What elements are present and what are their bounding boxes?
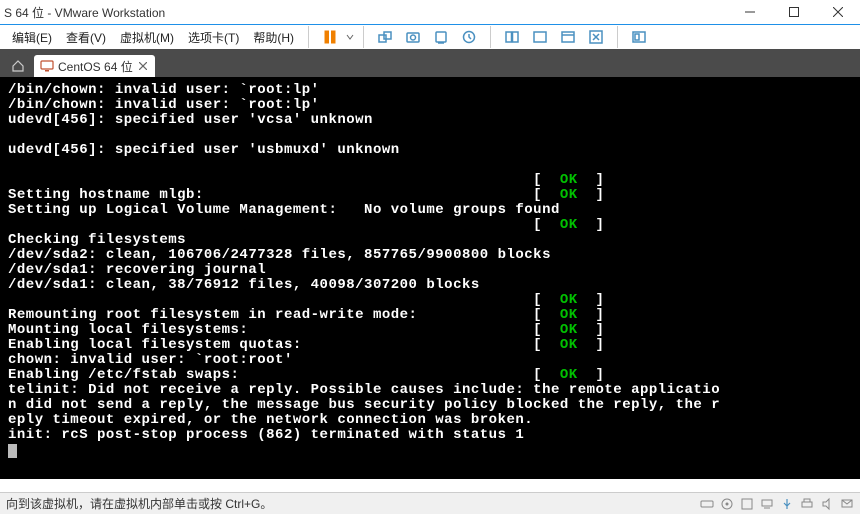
tabbar: CentOS 64 位 — [0, 49, 860, 77]
message-icon[interactable] — [840, 497, 854, 511]
toolbar-separator — [490, 26, 491, 48]
menu-view[interactable]: 查看(V) — [60, 27, 112, 48]
floppy-icon[interactable] — [740, 497, 754, 511]
close-button[interactable] — [816, 0, 860, 24]
menubar: 编辑(E) 查看(V) 虚拟机(M) 选项卡(T) 帮助(H) — [0, 25, 860, 49]
console-output[interactable]: /bin/chown: invalid user: `root:lp' /bin… — [0, 77, 860, 479]
menu-tabs[interactable]: 选项卡(T) — [182, 27, 245, 48]
unity-button[interactable] — [555, 24, 581, 50]
tab-close-button[interactable] — [137, 60, 149, 72]
home-tab[interactable] — [6, 55, 30, 77]
snapshot-manager-button[interactable] — [428, 24, 454, 50]
sound-icon[interactable] — [820, 497, 834, 511]
statusbar: 向到该虚拟机，请在虚拟机内部单击或按 Ctrl+G。 — [0, 492, 860, 514]
window-title-text: S 64 位 - VMware Workstation — [4, 4, 165, 21]
window-title: S 64 位 - VMware Workstation — [4, 4, 165, 21]
cd-icon[interactable] — [720, 497, 734, 511]
status-device-icons — [700, 497, 854, 511]
home-icon — [11, 59, 25, 73]
status-text: 向到该虚拟机，请在虚拟机内部单击或按 Ctrl+G。 — [6, 495, 272, 512]
window-controls — [728, 0, 860, 24]
fullscreen-button[interactable] — [583, 24, 609, 50]
pause-button[interactable] — [317, 24, 343, 50]
toolbar-separator — [308, 26, 309, 48]
menu-vm[interactable]: 虚拟机(M) — [114, 27, 180, 48]
snapshot-button[interactable] — [400, 24, 426, 50]
printer-icon[interactable] — [800, 497, 814, 511]
revert-snapshot-button[interactable] — [456, 24, 482, 50]
menu-help[interactable]: 帮助(H) — [247, 27, 300, 48]
usb-icon[interactable] — [780, 497, 794, 511]
window-titlebar: S 64 位 - VMware Workstation — [0, 0, 860, 24]
maximize-button[interactable] — [772, 0, 816, 24]
vm-tab[interactable]: CentOS 64 位 — [34, 55, 155, 77]
hdd-icon[interactable] — [700, 497, 714, 511]
pause-dropdown[interactable] — [345, 24, 355, 50]
library-button[interactable] — [626, 24, 652, 50]
fit-guest-button[interactable] — [527, 24, 553, 50]
send-ctrl-alt-del-button[interactable] — [372, 24, 398, 50]
vm-tab-label: CentOS 64 位 — [58, 58, 133, 75]
fit-window-button[interactable] — [499, 24, 525, 50]
vm-tab-icon — [40, 59, 54, 73]
toolbar-separator — [617, 26, 618, 48]
minimize-button[interactable] — [728, 0, 772, 24]
menu-edit[interactable]: 编辑(E) — [6, 27, 58, 48]
toolbar-separator — [363, 26, 364, 48]
network-icon[interactable] — [760, 497, 774, 511]
